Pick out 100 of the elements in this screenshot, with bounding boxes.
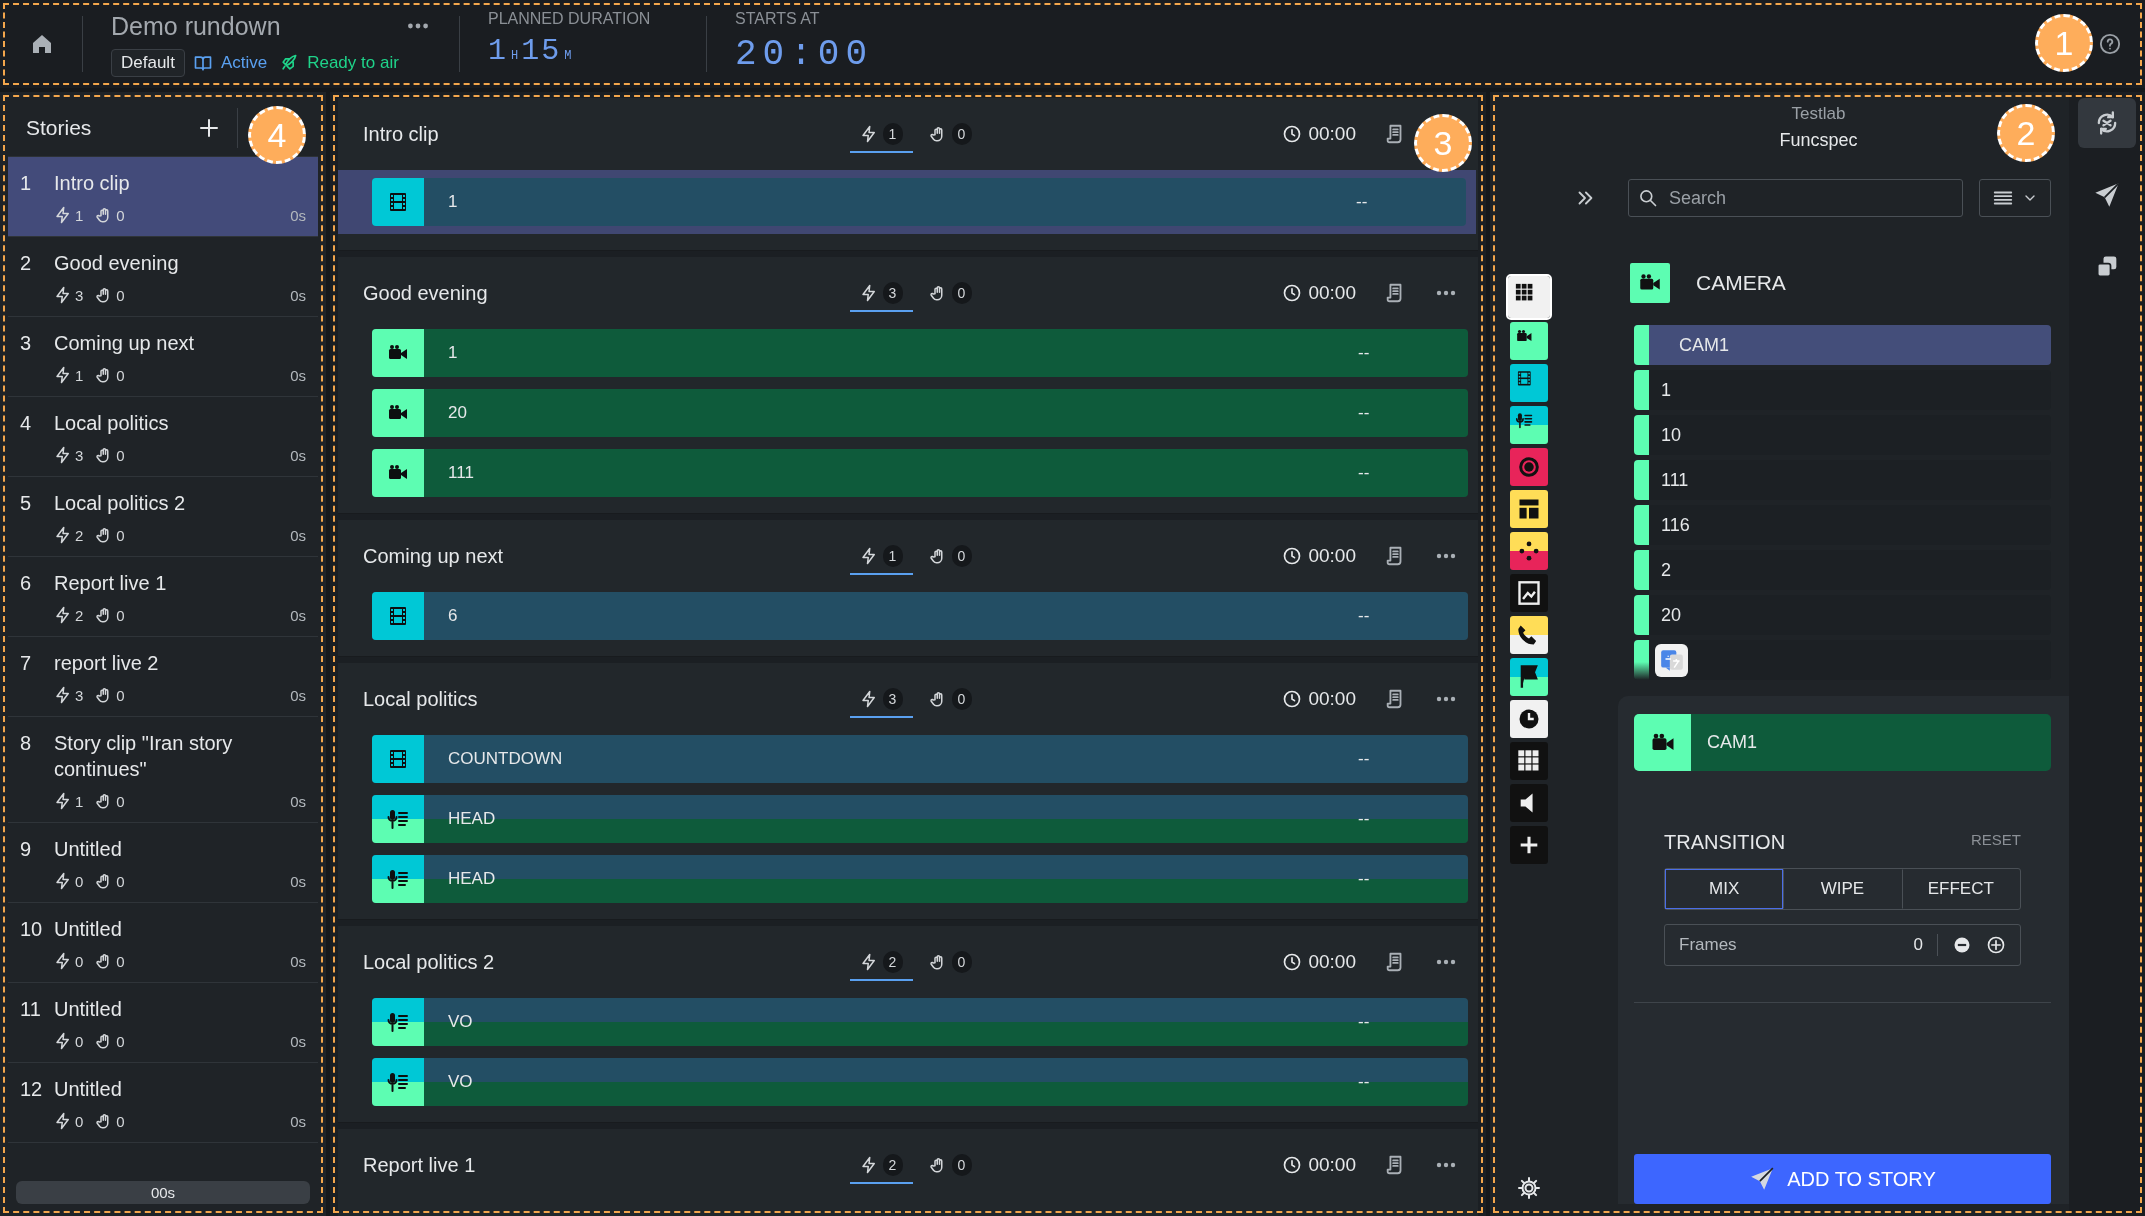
element-duration: -- [1358,809,1371,829]
element-duration: -- [1358,343,1371,363]
story-title: Coming up next [363,544,505,568]
manual-count: 0 [116,446,125,464]
source-item[interactable]: 116 [1634,505,2051,545]
callout-badge: 1 [2035,14,2093,72]
source-item[interactable]: 10 [1634,415,2051,455]
trigger-count: 2 [882,951,903,973]
story-item[interactable]: 4 Local politics 3 0 0s [8,397,318,477]
story-item[interactable]: 7 report live 2 3 0 0s [8,637,318,717]
rundown-title: Demo rundown [111,11,281,41]
total-duration-bar: 00s [16,1181,310,1204]
trigger-count: 0 [75,952,84,970]
element-row[interactable]: VO -- [372,1058,1468,1106]
trigger-count: 0 [75,1112,84,1130]
element-row[interactable]: 1 -- [372,329,1468,377]
template-tag: Default [111,48,185,77]
trigger-count: 1 [882,123,903,145]
element-label: 6 [447,606,459,626]
story-item[interactable]: 6 Report live 1 2 0 0s [8,557,318,637]
element-row[interactable]: 6 -- [372,592,1468,640]
element-duration: -- [1356,192,1369,212]
source-item[interactable]: 20 [1634,595,2051,635]
source-item[interactable]: CAM1 [1634,325,2051,365]
story-time: 00:00 [1308,951,1356,973]
callout-badge: 4 [248,106,306,164]
start-label: STARTS AT [735,10,821,28]
trigger-count: 0 [75,1032,84,1050]
manual-count: 0 [116,286,125,304]
trigger-count: 3 [75,686,84,704]
manual-count: 0 [951,1154,972,1176]
trigger-count: 2 [882,1154,903,1176]
element-label: HEAD [447,809,497,829]
trigger-count: 2 [75,526,84,544]
story-item[interactable]: 11 Untitled 0 0 0s [8,983,318,1063]
element-label: VO [447,1012,474,1032]
frames-field[interactable]: Frames 0 [1664,924,2021,966]
story-time: 00:00 [1308,282,1356,304]
manual-count: 0 [116,952,125,970]
manual-count: 0 [951,688,972,710]
manual-count: 0 [951,282,972,304]
section-title: TRANSITION [1664,831,1786,854]
element-row[interactable]: 1 -- [372,178,1466,226]
add-to-story-button[interactable]: ADD TO STORY [1634,1154,2051,1204]
element-duration: -- [1358,1012,1371,1032]
manual-count: 0 [116,526,125,544]
workspace-name: Testlab [1791,104,1846,124]
project-name: Funcspec [1779,130,1858,151]
story-time: 00:00 [1308,1154,1356,1176]
manual-count: 0 [951,545,972,567]
manual-count: 0 [116,1112,125,1130]
story-time: 00:00 [1308,123,1356,145]
story-item[interactable]: 3 Coming up next 1 0 0s [8,317,318,397]
source-item[interactable]: 1 [1634,370,2051,410]
story-item[interactable]: 10 Untitled 0 0 0s [8,903,318,983]
story-item[interactable]: 5 Local politics 2 2 0 0s [8,477,318,557]
story-item[interactable]: 9 Untitled 0 0 0s [8,823,318,903]
story-item[interactable]: 1 Intro clip 1 0 0s [8,157,318,237]
trigger-count: 3 [882,282,903,304]
element-row[interactable]: 20 -- [372,389,1468,437]
story-title: Intro clip [363,122,440,146]
story-item[interactable]: 8 Story clip "Iran story continues" 1 0 0s [8,717,318,823]
element-label: 111 [447,463,475,483]
readiness-label: Ready to air [307,52,399,73]
element-label: HEAD [447,869,497,889]
element-label: 1 [447,343,459,363]
trigger-count: 0 [75,872,84,890]
element-row[interactable]: VO -- [372,998,1468,1046]
source-item[interactable]: 2 [1634,550,2051,590]
source-item[interactable]: 111 [1634,460,2051,500]
transition-tab[interactable]: EFFECT [1901,869,2020,909]
transition-tab[interactable]: WIPE [1783,869,1902,909]
story-title: Good evening [363,281,489,305]
story-item[interactable]: 2 Good evening 3 0 0s [8,237,318,317]
planned-duration: 1 H 15 M [488,34,573,68]
element-duration: -- [1358,1072,1371,1092]
category-title: CAMERA [1696,271,1786,295]
manual-count: 0 [951,123,972,145]
trigger-count: 1 [75,792,84,810]
trigger-count: 3 [882,688,903,710]
element-row[interactable]: HEAD -- [372,795,1468,843]
transition-tab[interactable]: MIX [1665,869,1784,909]
element-row[interactable]: 111 -- [372,449,1468,497]
element-label: 1 [447,192,459,212]
element-label: 20 [447,403,468,423]
story-title: Local politics [363,687,479,711]
element-label: COUNTDOWN [447,749,564,769]
manual-count: 0 [116,872,125,890]
manual-count: 0 [116,792,125,810]
search-field[interactable]: Search [1628,179,1963,217]
element-row[interactable]: COUNTDOWN -- [372,735,1468,783]
manual-count: 0 [951,951,972,973]
reset-link[interactable]: RESET [1971,831,2021,854]
manual-count: 0 [116,1032,125,1050]
element-duration: -- [1358,606,1371,626]
element-row[interactable]: HEAD -- [372,855,1468,903]
story-item[interactable]: 12 Untitled 0 0 0s [8,1063,318,1143]
element-duration: -- [1358,403,1371,423]
trigger-count: 3 [75,446,84,464]
element-duration: -- [1358,749,1371,769]
